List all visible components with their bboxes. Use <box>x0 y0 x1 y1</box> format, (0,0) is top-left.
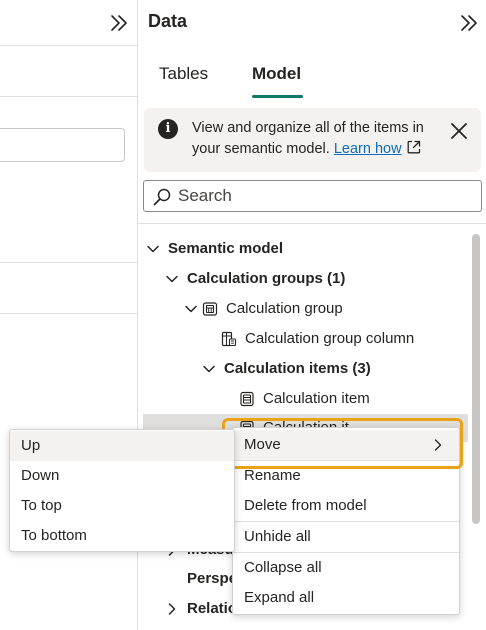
info-icon: i <box>158 119 178 139</box>
submenu-item-to-bottom[interactable]: To bottom <box>10 521 234 551</box>
tree-item-label: Calculation group <box>226 300 343 317</box>
info-text: View and organize all of the items in yo… <box>192 118 442 160</box>
menu-item-label: Rename <box>244 467 301 484</box>
double-chevron-right-icon[interactable] <box>456 10 482 36</box>
tree-item-label: Calculation groups (1) <box>187 270 346 287</box>
move-submenu: Up Down To top To bottom <box>9 429 235 552</box>
learn-how-link[interactable]: Learn how <box>334 141 402 157</box>
submenu-item-up[interactable]: Up <box>10 431 234 461</box>
chevron-down-icon[interactable] <box>202 362 216 376</box>
open-external-icon[interactable] <box>406 139 422 155</box>
submenu-item-label: Down <box>21 467 60 484</box>
calculation-group-icon <box>202 302 218 316</box>
menu-item-label: Expand all <box>244 589 315 606</box>
active-tab-indicator <box>252 95 303 98</box>
filter-input-box[interactable] <box>0 128 125 162</box>
submenu-item-down[interactable]: Down <box>10 461 234 491</box>
tab-label: Tables <box>159 64 209 83</box>
divider <box>0 262 138 263</box>
tree-item-perspectives[interactable]: Perspe <box>165 565 237 593</box>
tree-item-relationships[interactable]: Relatio <box>165 595 237 623</box>
calculation-item-icon <box>240 391 254 407</box>
divider <box>0 313 138 314</box>
menu-item-unhide-all[interactable]: Unhide all <box>233 522 459 552</box>
divider <box>0 96 138 97</box>
chevron-down-icon[interactable] <box>165 272 179 286</box>
submenu-item-label: Up <box>21 437 41 454</box>
chevron-down-icon[interactable] <box>146 242 160 256</box>
tree-item-label: Semantic model <box>168 240 284 257</box>
tree-item-calculation-groups[interactable]: Calculation groups (1) <box>165 265 345 293</box>
submenu-item-label: To top <box>21 497 62 514</box>
menu-item-expand-all[interactable]: Expand all <box>233 583 459 613</box>
double-chevron-right-icon[interactable] <box>106 10 132 36</box>
scrollbar[interactable] <box>472 234 480 524</box>
tree-item-calculation-items[interactable]: Calculation items (3) <box>202 355 371 383</box>
tab-tables[interactable]: Tables <box>159 64 208 100</box>
menu-item-collapse-all[interactable]: Collapse all <box>233 553 459 583</box>
tree-item-semantic-model[interactable]: Semantic model <box>146 235 283 263</box>
divider <box>138 223 486 224</box>
divider <box>0 45 138 46</box>
tab-model[interactable]: Model <box>252 64 303 100</box>
search-box[interactable] <box>143 180 482 212</box>
column-icon <box>221 331 237 347</box>
tree-item-calculation-item[interactable]: Calculation item <box>239 385 370 413</box>
close-icon[interactable] <box>448 120 470 142</box>
tree-item-label: Relatio <box>187 600 238 617</box>
menu-item-label: Collapse all <box>244 559 322 576</box>
submenu-item-to-top[interactable]: To top <box>10 491 234 521</box>
submenu-item-label: To bottom <box>21 527 87 544</box>
tree-item-calculation-group-column[interactable]: Calculation group column <box>221 325 414 353</box>
search-icon <box>153 188 171 206</box>
menu-item-label: Unhide all <box>244 528 311 545</box>
tree-item-label: Perspe <box>187 570 238 587</box>
menu-item-delete-from-model[interactable]: Delete from model <box>233 491 459 521</box>
tree-item-calculation-group[interactable]: Calculation group <box>184 295 343 323</box>
tree-item-label: Calculation items (3) <box>224 360 371 377</box>
pane-title: Data <box>148 11 188 31</box>
search-input[interactable] <box>178 184 468 208</box>
tree-item-label: Calculation group column <box>245 330 415 347</box>
tree-item-label: Calculation item <box>263 390 370 407</box>
move-highlight-outline <box>222 418 463 469</box>
chevron-down-icon[interactable] <box>184 302 198 316</box>
tab-label: Model <box>252 64 302 83</box>
chevron-right-icon[interactable] <box>165 602 179 616</box>
info-banner: i View and organize all of the items in … <box>144 108 481 172</box>
menu-item-label: Delete from model <box>244 497 367 514</box>
